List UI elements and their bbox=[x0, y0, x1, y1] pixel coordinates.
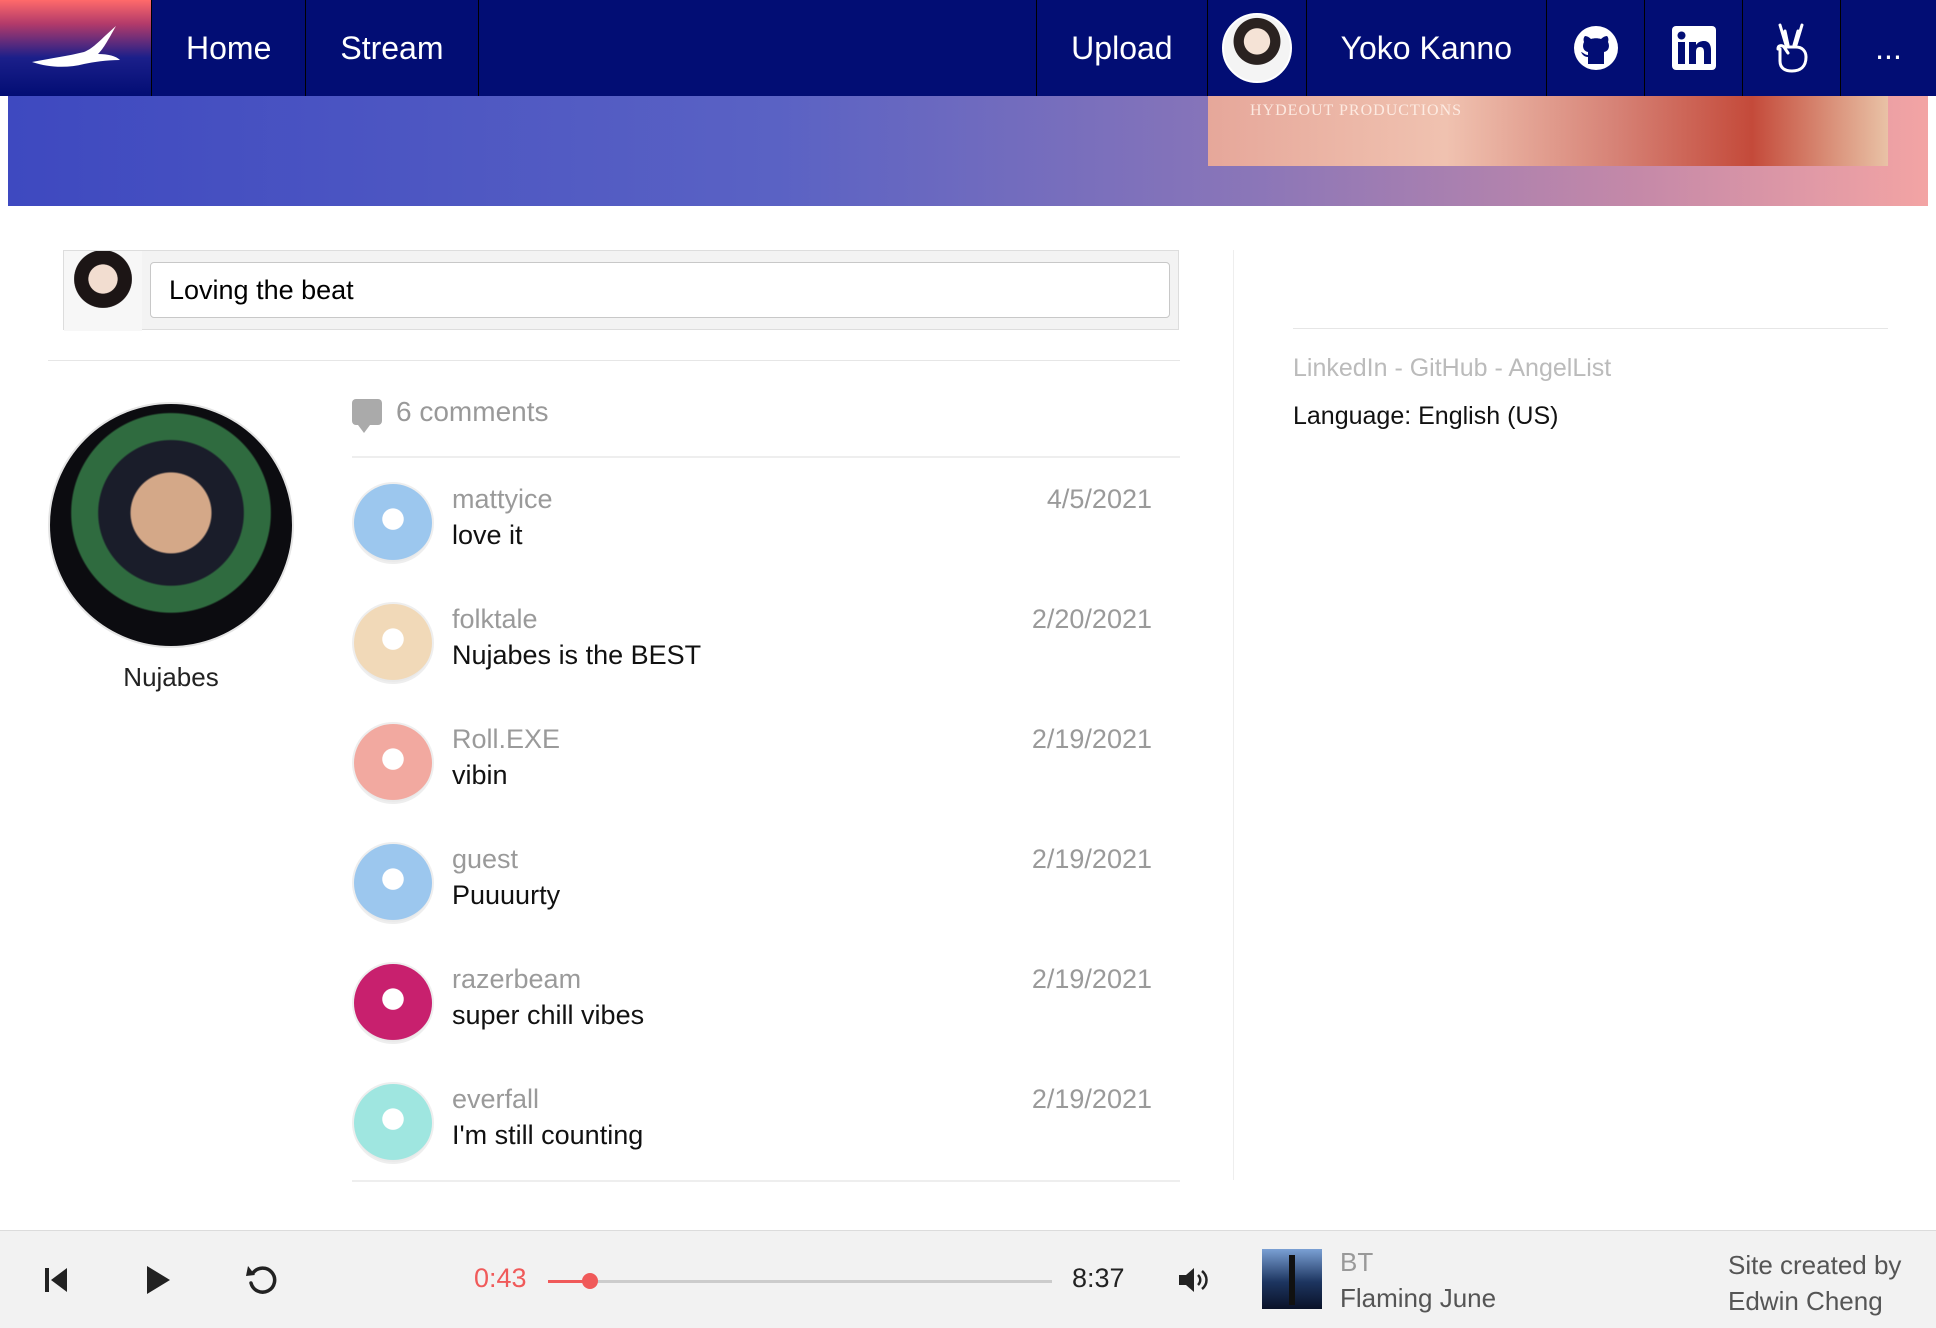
list-item: razerbeam super chill vibes 2/19/2021 bbox=[352, 962, 1152, 1052]
comment-input[interactable] bbox=[150, 262, 1170, 318]
nav-user-name[interactable]: Yoko Kanno bbox=[1307, 0, 1547, 96]
comment-text: Nujabes is the BEST bbox=[452, 640, 702, 670]
comment-date: 2/19/2021 bbox=[1031, 964, 1152, 994]
volume-icon bbox=[1179, 1268, 1208, 1292]
nav-stream-link[interactable]: Stream bbox=[306, 0, 479, 96]
comment-text: vibin bbox=[452, 760, 508, 790]
main-content: Nujabes 6 comments mattyice love it 4/5/… bbox=[8, 206, 1928, 1230]
comment-date: 2/19/2021 bbox=[1031, 844, 1152, 874]
play-button[interactable] bbox=[128, 1231, 188, 1328]
track-artist[interactable]: BT bbox=[1340, 1247, 1373, 1278]
angellist-icon bbox=[1776, 23, 1807, 73]
seek-bar[interactable] bbox=[548, 1273, 1052, 1289]
total-time: 8:37 bbox=[1072, 1263, 1125, 1293]
comment-date: 2/19/2021 bbox=[1031, 1084, 1152, 1114]
list-item: Roll.EXE vibin 2/19/2021 bbox=[352, 722, 1152, 812]
banner-image-text: HYDEOUT PRODUCTIONS bbox=[1250, 102, 1463, 119]
track-thumbnail[interactable] bbox=[1262, 1249, 1322, 1309]
current-time: 0:43 bbox=[474, 1263, 527, 1293]
nav-spacer bbox=[479, 0, 1038, 96]
list-item: guest Puuuurty 2/19/2021 bbox=[352, 842, 1152, 932]
comments-footer-divider bbox=[352, 1180, 1180, 1182]
comment-composer bbox=[63, 250, 1179, 331]
angellist-link[interactable] bbox=[1743, 0, 1841, 96]
comment-text: super chill vibes bbox=[452, 1000, 645, 1030]
linkedin-icon bbox=[1671, 26, 1716, 70]
commenter-name[interactable]: razerbeam bbox=[452, 964, 581, 995]
comment-text: Puuuurty bbox=[452, 880, 561, 910]
audio-player: 0:43 8:37 BT Flaming June Site created b… bbox=[0, 1230, 1936, 1328]
comment-text: love it bbox=[452, 520, 523, 550]
commenter-avatar[interactable] bbox=[352, 482, 434, 564]
linkedin-link[interactable] bbox=[1645, 0, 1743, 96]
commenter-avatar[interactable] bbox=[352, 1082, 434, 1164]
list-item: everfall I'm still counting 2/19/2021 bbox=[352, 1082, 1152, 1172]
composer-avatar bbox=[64, 251, 142, 331]
user-avatar-button[interactable] bbox=[1208, 0, 1307, 96]
replay-button[interactable] bbox=[232, 1231, 292, 1328]
more-menu-button[interactable]: ... bbox=[1841, 0, 1936, 96]
track-title[interactable]: Flaming June bbox=[1340, 1283, 1496, 1314]
nav-home-link[interactable]: Home bbox=[152, 0, 307, 96]
commenter-avatar[interactable] bbox=[352, 962, 434, 1044]
list-item: folktale Nujabes is the BEST 2/20/2021 bbox=[352, 602, 1152, 692]
comment-date: 2/19/2021 bbox=[1031, 724, 1152, 754]
banner-cover-image: HYDEOUT PRODUCTIONS bbox=[1208, 96, 1888, 166]
volume-button[interactable] bbox=[1164, 1231, 1224, 1328]
comment-date: 4/5/2021 bbox=[1046, 484, 1152, 514]
credit-line-1: Site created by bbox=[1728, 1250, 1902, 1280]
home-logo[interactable] bbox=[0, 0, 152, 96]
commenter-name[interactable]: guest bbox=[452, 844, 518, 875]
site-credit: Site created by Edwin Cheng bbox=[1728, 1247, 1901, 1319]
sidebar-divider bbox=[1293, 328, 1888, 329]
composer-divider bbox=[48, 360, 1180, 361]
commenter-name[interactable]: folktale bbox=[452, 604, 538, 635]
artist-name[interactable]: Nujabes bbox=[48, 662, 294, 693]
github-icon bbox=[1573, 26, 1618, 70]
github-link[interactable] bbox=[1547, 0, 1645, 96]
sidebar-language[interactable]: Language: English (US) bbox=[1293, 402, 1558, 431]
commenter-name[interactable]: everfall bbox=[452, 1084, 539, 1115]
commenter-avatar[interactable] bbox=[352, 602, 434, 684]
comments-header: 6 comments bbox=[352, 396, 549, 433]
bird-logo-icon bbox=[31, 26, 120, 67]
play-icon bbox=[147, 1266, 170, 1294]
previous-button[interactable] bbox=[26, 1231, 86, 1328]
nav-upload-link[interactable]: Upload bbox=[1037, 0, 1208, 96]
list-item: mattyice love it 4/5/2021 bbox=[352, 482, 1152, 572]
comment-bubble-icon bbox=[352, 399, 382, 433]
credit-author[interactable]: Edwin Cheng bbox=[1728, 1283, 1901, 1319]
skip-back-icon bbox=[45, 1268, 67, 1292]
sidebar-separator bbox=[1233, 250, 1234, 1180]
sidebar-social-links[interactable]: LinkedIn - GitHub - AngelList bbox=[1293, 354, 1611, 383]
replay-icon bbox=[246, 1266, 277, 1294]
comment-text: I'm still counting bbox=[452, 1120, 644, 1150]
artist-avatar[interactable] bbox=[48, 402, 294, 648]
commenter-avatar[interactable] bbox=[352, 722, 434, 804]
commenter-name[interactable]: Roll.EXE bbox=[452, 724, 560, 755]
commenter-name[interactable]: mattyice bbox=[452, 484, 553, 515]
avatar bbox=[1221, 13, 1292, 83]
commenter-avatar[interactable] bbox=[352, 842, 434, 924]
comment-date: 2/20/2021 bbox=[1031, 604, 1152, 634]
comments-header-divider bbox=[352, 456, 1180, 458]
top-nav: Home Stream Upload Yoko Kanno ... bbox=[0, 0, 1936, 96]
seek-handle[interactable] bbox=[581, 1273, 598, 1289]
comments-count: 6 comments bbox=[396, 396, 549, 427]
